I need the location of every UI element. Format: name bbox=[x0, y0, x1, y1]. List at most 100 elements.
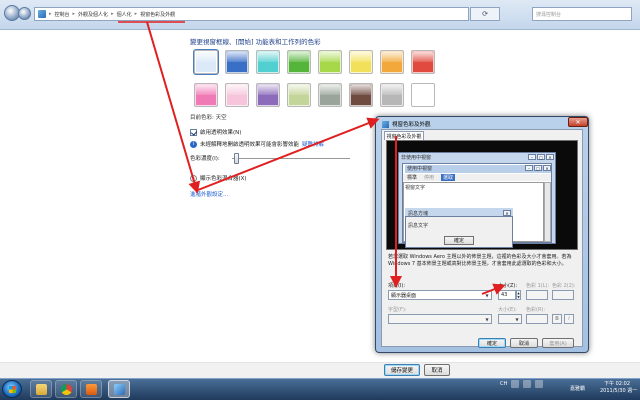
color2-label: 色彩 2(2): bbox=[552, 283, 576, 289]
color-swatch[interactable] bbox=[287, 83, 311, 107]
font-size-select[interactable]: ▼ bbox=[498, 314, 522, 324]
swatch-gloss bbox=[196, 85, 216, 95]
volume-icon[interactable] bbox=[535, 380, 544, 388]
ime-label[interactable]: 嘉雅霸 bbox=[570, 385, 585, 392]
color-swatch[interactable] bbox=[225, 50, 249, 74]
preview-ok-button: 確定 bbox=[444, 236, 474, 245]
color-swatch[interactable] bbox=[380, 50, 404, 74]
windows-logo-icon bbox=[9, 386, 16, 393]
preview-scrollbar bbox=[544, 182, 551, 242]
swatch-gloss bbox=[351, 52, 371, 62]
color-swatch[interactable] bbox=[318, 50, 342, 74]
taskbar-control-panel[interactable] bbox=[108, 380, 130, 398]
transparency-checkbox[interactable] bbox=[190, 128, 197, 136]
color-swatch[interactable] bbox=[225, 83, 249, 107]
system-tray: CH bbox=[500, 380, 544, 388]
forward-button[interactable] bbox=[18, 7, 31, 20]
minimize-icon: – bbox=[528, 154, 536, 160]
refresh-button[interactable]: ⟳ bbox=[470, 7, 500, 21]
dialog-close-button[interactable]: ✕ bbox=[568, 117, 588, 127]
swatch-gloss bbox=[196, 52, 216, 62]
dialog-apply-button[interactable]: 套用(A) bbox=[542, 338, 574, 348]
current-color-label: 目前色彩: 天空 bbox=[190, 115, 227, 121]
folder-icon bbox=[35, 383, 47, 395]
breadcrumb-personalization[interactable]: 個人化 bbox=[117, 11, 132, 18]
swatch-gloss bbox=[258, 85, 278, 95]
clock-time: 下午 02:02 bbox=[604, 381, 630, 387]
taskbar-chrome[interactable] bbox=[55, 380, 77, 398]
intensity-row: 色彩濃度(I): bbox=[190, 154, 220, 162]
intensity-label: 色彩濃度(I): bbox=[190, 156, 220, 162]
dialog-cancel-button[interactable]: 取消 bbox=[510, 338, 538, 348]
chevron-down-icon: ▼ bbox=[485, 317, 489, 322]
chevron-down-icon[interactable]: ⌄ bbox=[190, 174, 197, 182]
color-swatch[interactable] bbox=[349, 50, 373, 74]
swatch-gloss bbox=[351, 85, 371, 95]
close-icon: ✕ bbox=[503, 210, 511, 216]
color-swatch[interactable] bbox=[256, 50, 280, 74]
color-swatch[interactable] bbox=[194, 83, 218, 107]
swatch-gloss bbox=[227, 85, 247, 95]
font-color-button[interactable] bbox=[526, 314, 548, 324]
item-label: 項目(I): bbox=[388, 283, 406, 289]
font-select[interactable]: ▼ bbox=[388, 314, 492, 324]
size-input[interactable]: 43 bbox=[498, 290, 516, 300]
color-swatch[interactable] bbox=[194, 50, 218, 74]
preview-menu-normal: 標準 bbox=[407, 175, 418, 181]
control-panel-icon bbox=[113, 383, 125, 395]
color-swatch[interactable] bbox=[287, 50, 311, 74]
address-box[interactable]: ▸ 控制台 ▸ 外觀及個人化 ▸ 個人化 ▸ 視窗色彩及外觀 bbox=[34, 7, 469, 21]
input-language[interactable]: CH bbox=[500, 381, 507, 387]
preview-menu-disabled: 停用 bbox=[424, 175, 435, 181]
info-text: 未經解釋地開啟透明效果可能會影響效能 bbox=[200, 142, 300, 148]
dialog-tab[interactable]: 視窗色彩及外觀 bbox=[384, 131, 424, 140]
transparency-label: 啟用透明效果(N) bbox=[200, 130, 242, 136]
color2-button[interactable] bbox=[552, 290, 574, 300]
taskbar-media[interactable] bbox=[80, 380, 102, 398]
item-select[interactable]: 顯示器桌面 ▼ bbox=[388, 290, 492, 300]
network-icon[interactable] bbox=[523, 380, 532, 388]
color1-button[interactable] bbox=[526, 290, 548, 300]
swatch-gloss bbox=[320, 85, 340, 95]
swatch-gloss bbox=[382, 52, 402, 62]
dialog-ok-button[interactable]: 確定 bbox=[478, 338, 506, 348]
keyboard-icon[interactable] bbox=[511, 380, 520, 388]
color-swatch[interactable] bbox=[256, 83, 280, 107]
italic-button[interactable]: I bbox=[564, 314, 574, 324]
info-icon: i bbox=[190, 140, 197, 148]
clock[interactable]: 下午 02:02 2011/5/30 週一 bbox=[600, 381, 638, 395]
color-swatch[interactable] bbox=[380, 83, 404, 107]
color1-label: 色彩 1(L): bbox=[526, 283, 550, 289]
advanced-appearance-link[interactable]: 進階外觀設定... bbox=[190, 190, 228, 198]
preview-message-text: 訊息文字 bbox=[408, 223, 429, 229]
dialog-description: 若您選取 Windows Aero 主題以外的佈景主題，這裡的色彩及大小才會套用… bbox=[388, 254, 572, 267]
troubleshoot-link[interactable]: 疑難排解 bbox=[302, 140, 324, 148]
mixer-label: 顯示色彩混合器(X) bbox=[200, 176, 247, 182]
clock-date: 2011/5/30 週一 bbox=[600, 388, 638, 394]
size-spinner[interactable]: ▲ ▼ bbox=[516, 290, 521, 300]
color-swatch[interactable] bbox=[349, 83, 373, 107]
bold-button[interactable]: B bbox=[552, 314, 562, 324]
breadcrumb-window-color[interactable]: 視窗色彩及外觀 bbox=[140, 11, 175, 18]
cancel-button[interactable]: 取消 bbox=[424, 364, 450, 376]
color-swatch[interactable] bbox=[318, 83, 342, 107]
mixer-row[interactable]: ⌄ 顯示色彩混合器(X) bbox=[190, 174, 247, 182]
swatch-gloss bbox=[320, 52, 340, 62]
start-button[interactable] bbox=[2, 380, 22, 398]
transparency-row[interactable]: 啟用透明效果(N) bbox=[190, 128, 241, 136]
save-changes-button[interactable]: 儲存變更 bbox=[384, 364, 420, 376]
color-swatch[interactable] bbox=[411, 50, 435, 74]
arrow-to-advanced-link bbox=[146, 21, 201, 194]
intensity-slider-track[interactable] bbox=[232, 158, 350, 160]
search-input[interactable]: 搜尋控制台 bbox=[532, 7, 632, 21]
intensity-slider-thumb[interactable] bbox=[234, 153, 239, 164]
breadcrumb-appearance[interactable]: 外觀及個人化 bbox=[78, 11, 108, 18]
font-color-label: 色彩(R): bbox=[526, 307, 546, 313]
color-swatch[interactable] bbox=[411, 83, 435, 107]
size-label: 大小(Z): bbox=[498, 283, 518, 289]
dialog-app-icon bbox=[382, 120, 389, 128]
preview-menu-selected: 選取 bbox=[441, 174, 456, 181]
dialog-title: 視窗色彩及外觀 bbox=[382, 120, 431, 128]
taskbar-explorer[interactable] bbox=[30, 380, 52, 398]
breadcrumb-control-panel[interactable]: 控制台 bbox=[55, 11, 70, 18]
